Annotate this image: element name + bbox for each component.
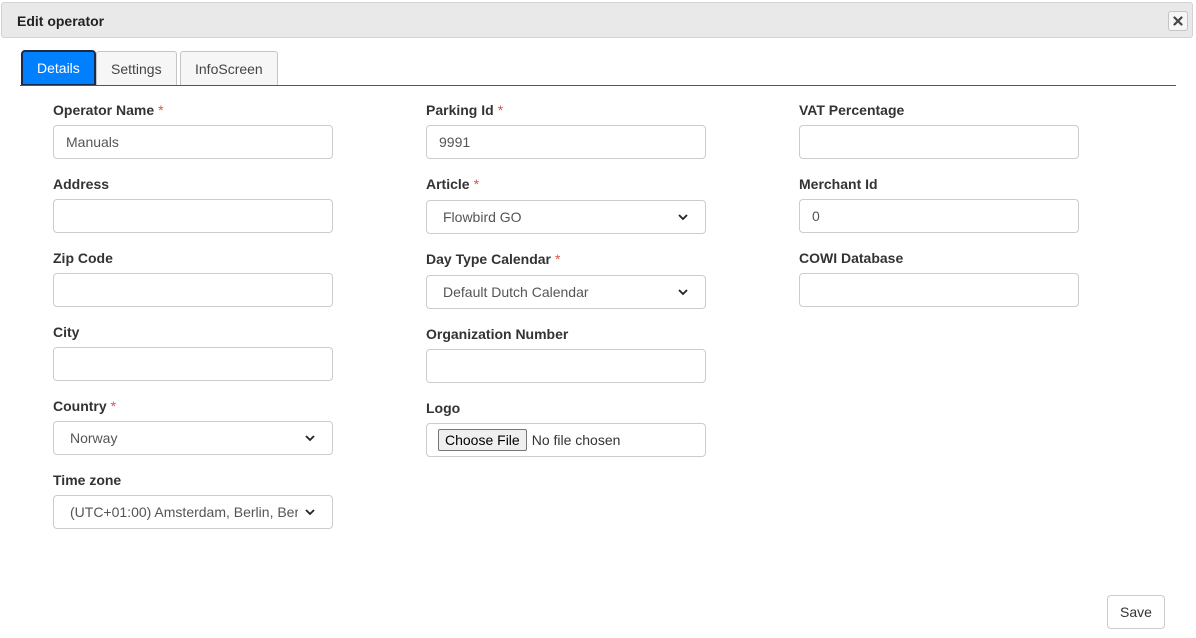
label-text: Day Type Calendar: [426, 251, 552, 267]
label-text: Organization Number: [426, 326, 569, 342]
label-text: Merchant Id: [799, 176, 878, 192]
label-text: COWI Database: [799, 250, 904, 266]
chevron-down-icon: [305, 509, 315, 516]
select-value: Flowbird GO: [443, 209, 522, 225]
chevron-down-icon: [678, 214, 688, 221]
choose-file-button[interactable]: Choose File: [438, 429, 527, 451]
tab-settings[interactable]: Settings: [96, 51, 177, 85]
city-label: City: [53, 324, 79, 340]
organization-number-label: Organization Number: [426, 326, 568, 342]
chevron-down-icon: [305, 435, 315, 442]
tab-label: InfoScreen: [195, 60, 263, 77]
input-value: Manuals: [66, 134, 119, 150]
address-input[interactable]: [53, 199, 333, 233]
vat-percentage-label: VAT Percentage: [799, 102, 904, 118]
file-status: No file chosen: [531, 432, 621, 448]
merchant-id-label: Merchant Id: [799, 176, 878, 192]
label-text: VAT Percentage: [799, 102, 905, 118]
select-value: Norway: [70, 430, 118, 446]
country-label: Country *: [53, 398, 116, 414]
label-text: Address: [53, 176, 110, 192]
label-text: Logo: [426, 400, 461, 416]
close-icon: [1173, 16, 1183, 26]
save-button[interactable]: Save: [1107, 595, 1165, 629]
required-marker: *: [473, 176, 480, 192]
day-type-calendar-select[interactable]: Default Dutch Calendar: [426, 275, 706, 309]
required-marker: *: [158, 102, 164, 118]
required-marker: *: [110, 398, 117, 414]
address-label: Address: [53, 176, 109, 192]
time-zone-select[interactable]: (UTC+01:00) Amsterdam, Berlin, Bern, Rom…: [53, 495, 333, 529]
cowi-database-label: COWI Database: [799, 250, 903, 266]
select-value: (UTC+01:00) Amsterdam, Berlin, Bern, Rom…: [70, 504, 298, 520]
label-text: City: [53, 324, 80, 340]
label-text: Operator Name: [53, 102, 155, 118]
cowi-database-input[interactable]: [799, 273, 1079, 307]
close-button[interactable]: [1168, 11, 1188, 31]
label-text: Time zone: [53, 472, 122, 488]
operator-name-input[interactable]: Manuals: [53, 125, 333, 159]
logo-label: Logo: [426, 400, 460, 416]
required-marker: *: [497, 102, 504, 118]
select-value: Default Dutch Calendar: [443, 284, 589, 300]
tabs-divider: [20, 85, 1176, 86]
required-marker: *: [555, 251, 561, 267]
label-text: Zip Code: [53, 250, 113, 266]
chevron-down-icon: [678, 289, 688, 296]
input-value: 0: [812, 208, 820, 224]
merchant-id-input[interactable]: 0: [799, 199, 1079, 233]
organization-number-input[interactable]: [426, 349, 706, 383]
article-label: Article *: [426, 176, 479, 192]
day-type-calendar-label: Day Type Calendar *: [426, 251, 560, 267]
tab-details[interactable]: Details: [21, 50, 96, 86]
article-select[interactable]: Flowbird GO: [426, 200, 706, 234]
parking-id-label: Parking Id *: [426, 102, 503, 118]
operator-name-label: Operator Name *: [53, 102, 164, 118]
tab-label: Settings: [111, 60, 162, 77]
dialog-header: Edit operator: [1, 2, 1193, 38]
label-text: Parking Id: [426, 102, 494, 118]
zip-code-input[interactable]: [53, 273, 333, 307]
input-value: 9991: [439, 134, 471, 150]
tab-infoscreen[interactable]: InfoScreen: [180, 51, 278, 85]
label-text: Country: [53, 398, 107, 414]
dialog-title: Edit operator: [17, 13, 105, 29]
vat-percentage-input[interactable]: [799, 125, 1079, 159]
logo-file-input: Choose File No file chosen: [426, 423, 706, 457]
country-select[interactable]: Norway: [53, 421, 333, 455]
label-text: Article: [426, 176, 470, 192]
parking-id-input[interactable]: 9991: [426, 125, 706, 159]
city-input[interactable]: [53, 347, 333, 381]
tab-label: Details: [37, 60, 80, 76]
zip-code-label: Zip Code: [53, 250, 113, 266]
time-zone-label: Time zone: [53, 472, 121, 488]
